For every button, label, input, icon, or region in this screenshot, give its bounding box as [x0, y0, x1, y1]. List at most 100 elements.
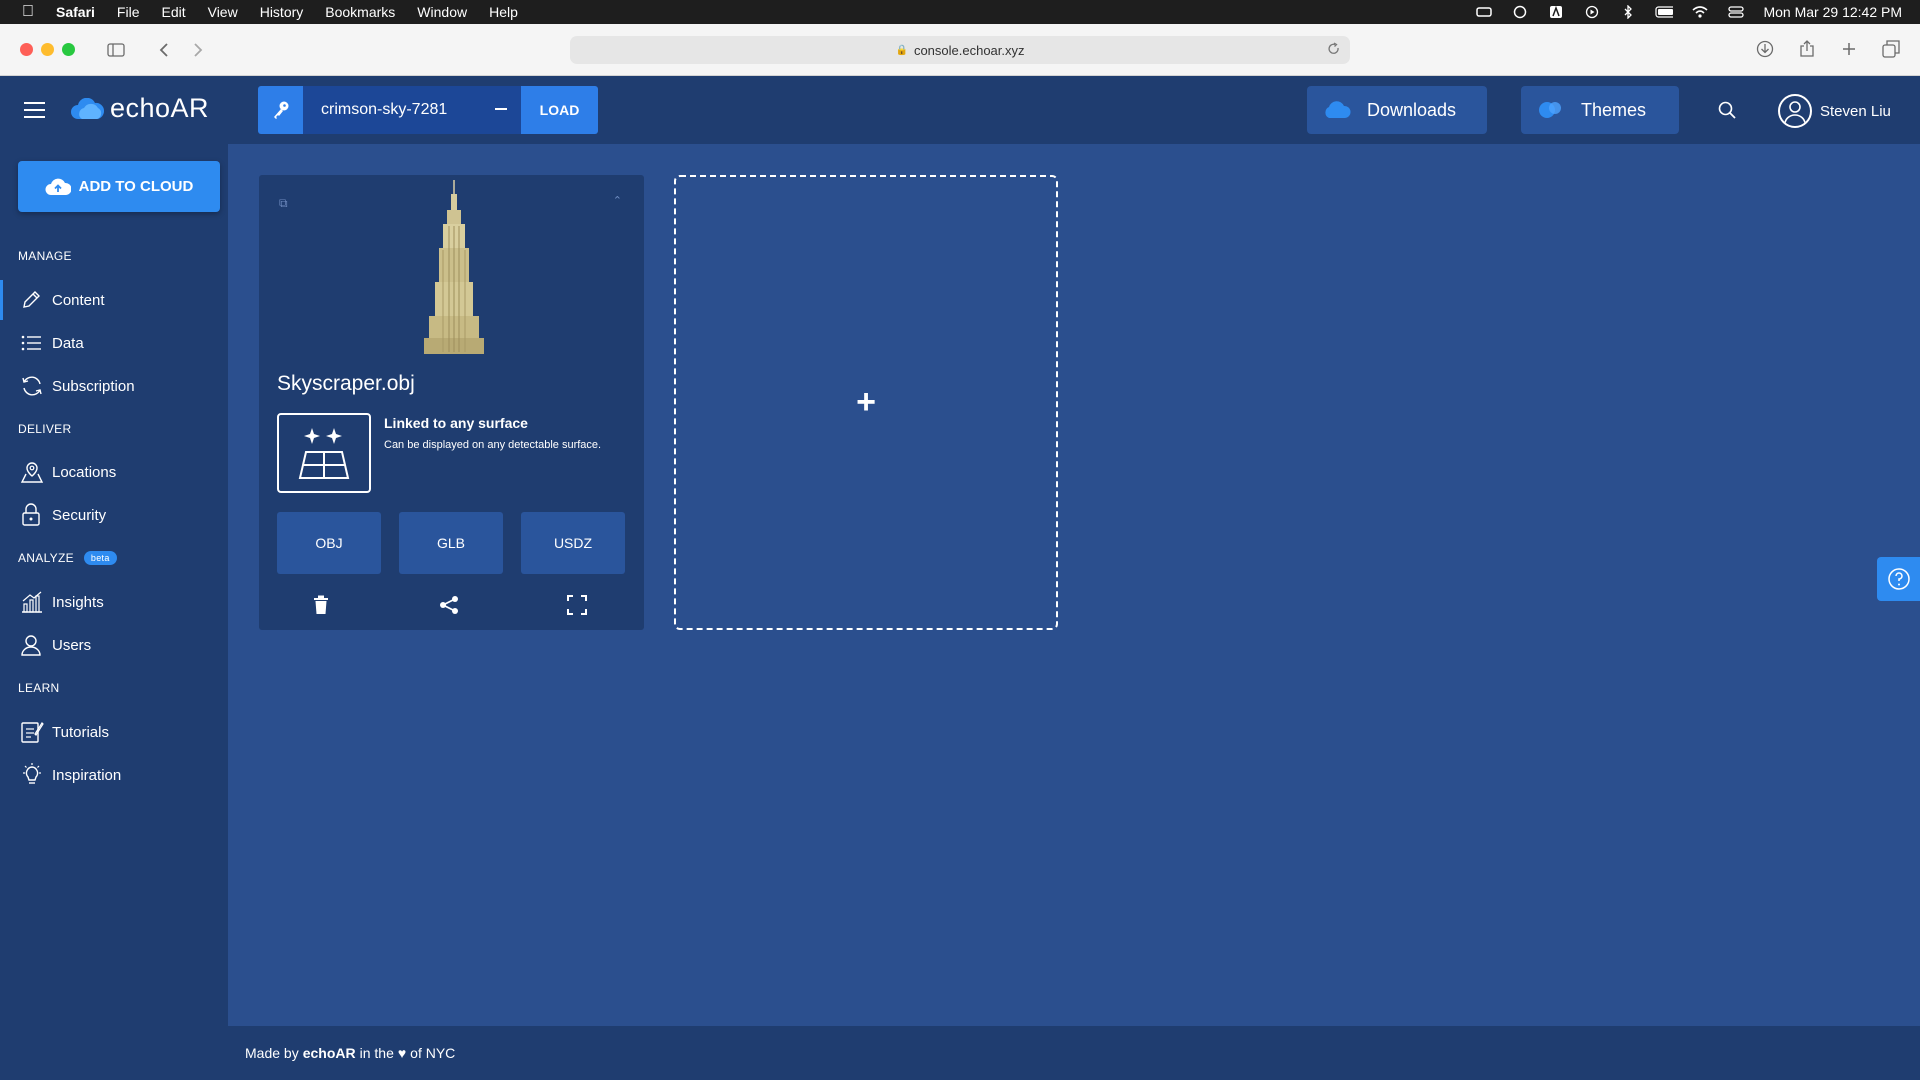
sidebar-item-security[interactable]: Security: [0, 495, 228, 535]
add-to-cloud-button[interactable]: ADD TO CLOUD: [18, 161, 220, 212]
fullscreen-icon[interactable]: [565, 593, 589, 617]
sidebar-item-data[interactable]: Data: [0, 323, 228, 363]
footer-in-the: in the: [359, 1045, 394, 1061]
bluetooth-icon[interactable]: [1619, 5, 1637, 19]
add-to-cloud-label: ADD TO CLOUD: [78, 178, 194, 195]
minus-icon[interactable]: [495, 108, 507, 110]
battery-icon[interactable]: [1655, 5, 1674, 19]
download-glb-button[interactable]: GLB: [399, 512, 503, 574]
cloud-logo-icon: [71, 97, 104, 119]
section-analyze-label: ANALYZE: [18, 551, 74, 565]
menu-file[interactable]: File: [117, 4, 140, 20]
load-button[interactable]: LOAD: [521, 86, 598, 134]
window-controls: [20, 43, 75, 56]
user-icon: [20, 633, 46, 657]
menu-window[interactable]: Window: [417, 4, 467, 20]
sidebar-item-tutorials[interactable]: Tutorials: [0, 712, 228, 752]
chevron-up-icon[interactable]: ⌃: [613, 194, 622, 207]
notebook-icon: [20, 720, 46, 744]
macos-menu-bar:  Safari File Edit View History Bookmark…: [0, 0, 1920, 24]
url-text: console.echoar.xyz: [913, 42, 1025, 58]
echoar-logo[interactable]: echoAR: [70, 93, 209, 124]
address-bar[interactable]: 🔒 console.echoar.xyz: [570, 36, 1350, 64]
footer-made-by: Made by: [245, 1045, 299, 1061]
sidebar-item-label: Tutorials: [52, 723, 109, 741]
apple-icon[interactable]: : [0, 3, 56, 21]
lock-icon: [20, 503, 46, 527]
avatar-icon: [1778, 94, 1812, 128]
sidebar-item-label: Insights: [52, 593, 104, 611]
sidebar-item-locations[interactable]: Locations: [0, 452, 228, 492]
hamburger-menu-icon[interactable]: [24, 102, 45, 123]
sidebar: ADD TO CLOUD MANAGE Content Data Subscri…: [0, 144, 228, 1080]
downloads-icon[interactable]: [1754, 38, 1776, 60]
add-content-slot[interactable]: +: [674, 175, 1058, 630]
close-window-button[interactable]: [20, 43, 33, 56]
play-icon[interactable]: [1583, 5, 1601, 19]
user-menu[interactable]: Steven Liu: [1778, 94, 1891, 128]
api-key-input[interactable]: crimson-sky-7281: [303, 86, 521, 134]
text-app-icon[interactable]: [1547, 5, 1565, 19]
menu-bookmarks[interactable]: Bookmarks: [325, 4, 395, 20]
key-icon: [258, 86, 303, 134]
trash-icon[interactable]: [309, 593, 333, 617]
sidebar-item-insights[interactable]: Insights: [0, 582, 228, 622]
api-key-value: crimson-sky-7281: [321, 101, 448, 118]
menu-app-safari[interactable]: Safari: [56, 4, 95, 20]
beta-badge: beta: [83, 551, 117, 565]
download-obj-button[interactable]: OBJ: [277, 512, 381, 574]
menu-view[interactable]: View: [208, 4, 238, 20]
download-usdz-button[interactable]: USDZ: [521, 512, 625, 574]
themes-button[interactable]: Themes: [1521, 86, 1679, 134]
control-center-icon[interactable]: [1727, 5, 1745, 19]
footer: Made by echoAR in the ♥ of NYC: [228, 1026, 1920, 1080]
help-icon[interactable]: [1877, 557, 1920, 601]
reload-icon[interactable]: [1328, 42, 1340, 59]
menu-history[interactable]: History: [260, 4, 304, 20]
wifi-icon[interactable]: [1691, 5, 1709, 19]
section-analyze: ANALYZE beta: [18, 551, 117, 565]
themes-label: Themes: [1581, 99, 1647, 120]
sidebar-item-users[interactable]: Users: [0, 625, 228, 665]
lightbulb-icon: [20, 763, 46, 787]
surface-title: Linked to any surface: [384, 415, 528, 431]
sidebar-item-label: Subscription: [52, 377, 135, 395]
cloud-download-icon: [1325, 101, 1351, 118]
bar-chart-icon: [20, 590, 46, 614]
search-icon[interactable]: [1718, 101, 1736, 124]
share-icon[interactable]: [437, 593, 461, 617]
pencil-icon: [20, 288, 46, 312]
footer-brand[interactable]: echoAR: [303, 1045, 356, 1061]
surface-icon[interactable]: [277, 413, 371, 493]
tab-overview-icon[interactable]: [1880, 38, 1902, 60]
app-header: echoAR crimson-sky-7281 LOAD Downloads T…: [0, 76, 1920, 144]
storage-icon[interactable]: [1475, 5, 1493, 19]
skyscraper-model-preview[interactable]: [409, 180, 499, 358]
menu-help[interactable]: Help: [489, 4, 518, 20]
list-icon: [20, 331, 46, 355]
zoom-window-button[interactable]: [62, 43, 75, 56]
back-icon[interactable]: [153, 39, 175, 61]
forward-icon[interactable]: [187, 39, 209, 61]
sidebar-item-subscription[interactable]: Subscription: [0, 366, 228, 406]
plus-icon: +: [856, 383, 876, 421]
sidebar-toggle-icon[interactable]: [105, 39, 127, 61]
user-name: Steven Liu: [1820, 102, 1891, 120]
share-icon[interactable]: [1796, 38, 1818, 60]
downloads-button[interactable]: Downloads: [1307, 86, 1487, 134]
downloads-label: Downloads: [1367, 99, 1457, 120]
copy-icon[interactable]: ⧉: [279, 196, 288, 211]
palette-icon: [1539, 102, 1561, 118]
browser-toolbar: 🔒 console.echoar.xyz: [0, 24, 1920, 76]
sidebar-item-content[interactable]: Content: [0, 280, 228, 320]
menu-edit[interactable]: Edit: [161, 4, 185, 20]
sidebar-item-label: Inspiration: [52, 766, 122, 784]
sidebar-item-label: Locations: [52, 463, 117, 481]
creative-cloud-icon[interactable]: [1511, 5, 1529, 19]
minimize-window-button[interactable]: [41, 43, 54, 56]
sidebar-item-label: Security: [52, 506, 107, 524]
sidebar-item-inspiration[interactable]: Inspiration: [0, 755, 228, 795]
new-tab-icon[interactable]: [1838, 38, 1860, 60]
menubar-datetime[interactable]: Mon Mar 29 12:42 PM: [1763, 4, 1902, 20]
section-manage: MANAGE: [18, 249, 72, 263]
